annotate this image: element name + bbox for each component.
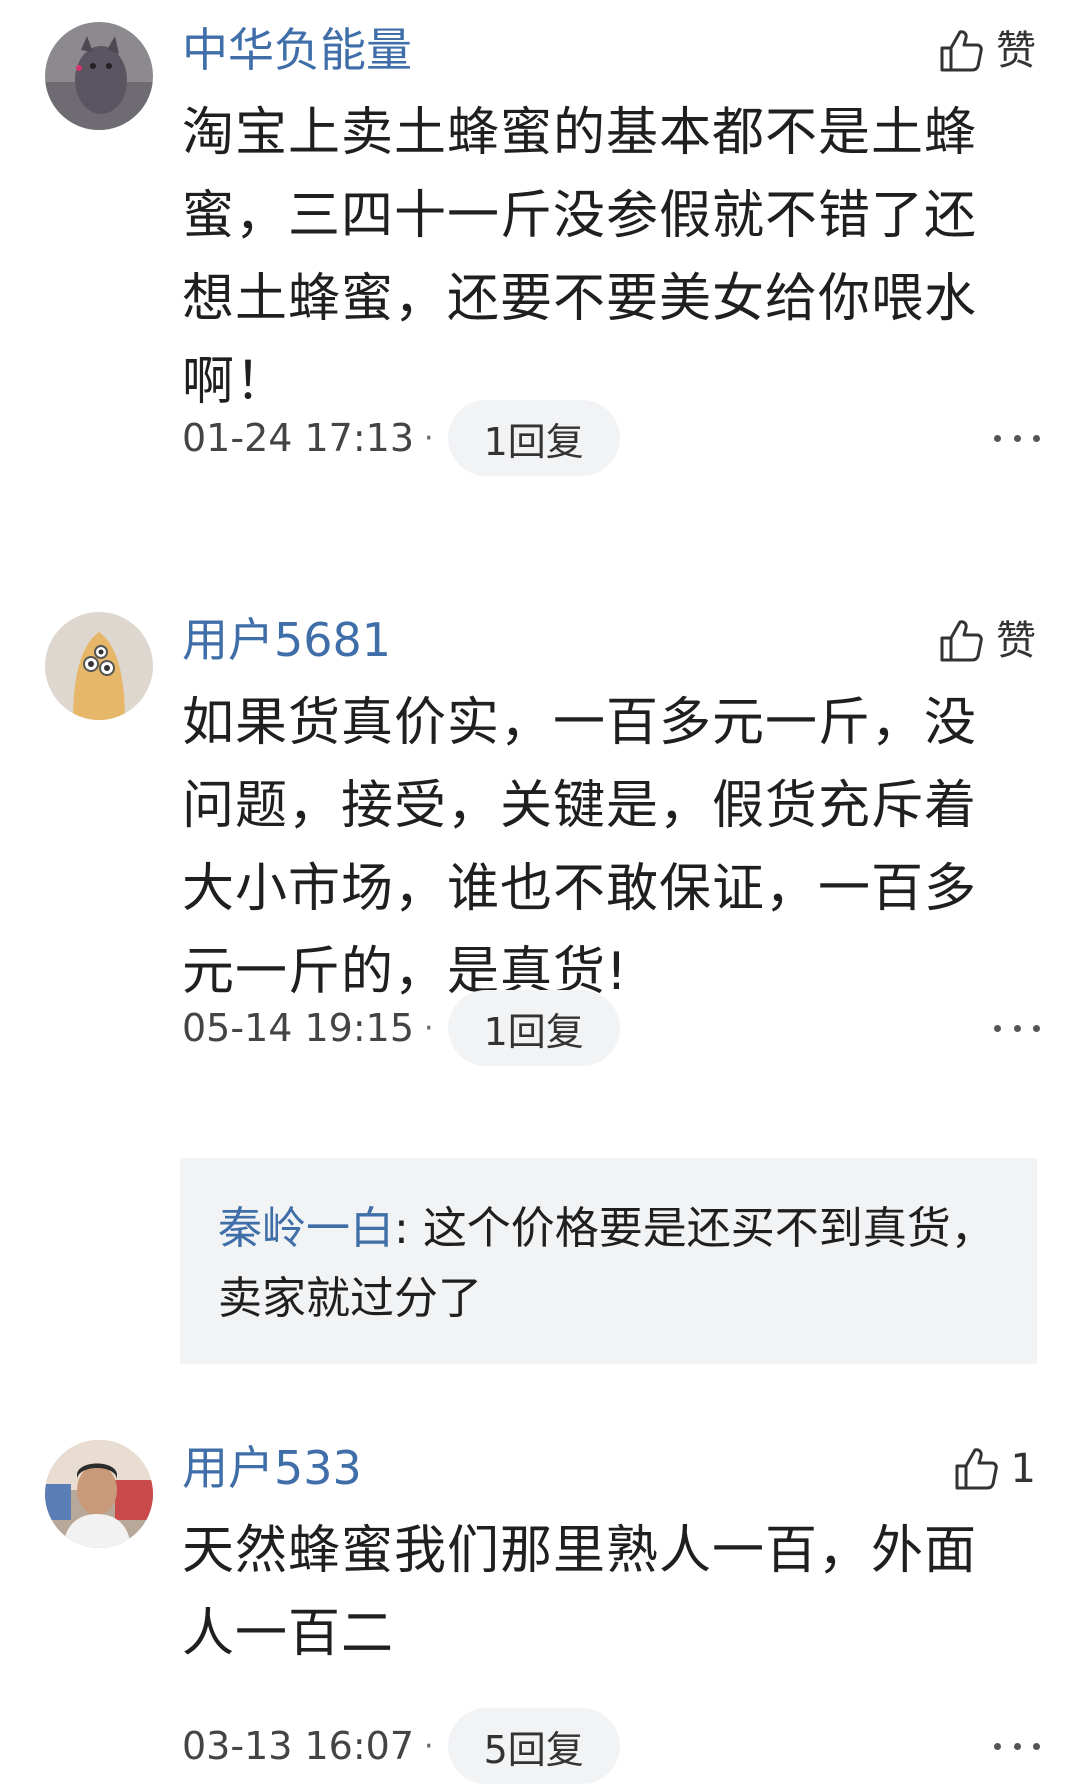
timestamp: 01-24 17:13 xyxy=(182,416,415,460)
comment-item: 用户5681 赞 如果货真价实，一百多元一斤，没问题，接受，关键是，假货充斥着大… xyxy=(0,612,1080,1372)
reply-preview[interactable]: 秦岭一白: 这个价格要是还买不到真货，卖家就过分了 xyxy=(180,1158,1037,1364)
thumbs-up-icon xyxy=(955,1448,998,1490)
comment-item: 用户533 1 天然蜂蜜我们那里熟人一百，外面人一百二 03-13 16:07 … xyxy=(0,1440,1080,1787)
reply-count-button[interactable]: 1回复 xyxy=(447,990,620,1066)
like-count: 1 xyxy=(1010,1446,1036,1492)
comment-item: 中华负能量 赞 淘宝上卖土蜂蜜的基本都不是土蜂蜜，三四十一斤没参假就不错了还想土… xyxy=(0,22,1080,482)
like-label: 赞 xyxy=(996,618,1036,664)
timestamp: 03-13 16:07 xyxy=(182,1724,415,1768)
more-dots-icon[interactable] xyxy=(994,990,1040,1066)
reply-author[interactable]: 秦岭一白 xyxy=(218,1203,394,1254)
comment-meta: 05-14 19:15 · 1回复 xyxy=(182,990,620,1066)
comment-text: 如果货真价实，一百多元一斤，没问题，接受，关键是，假货充斥着大小市场，谁也不敢保… xyxy=(182,693,978,1002)
comment-text: 淘宝上卖土蜂蜜的基本都不是土蜂蜜，三四十一斤没参假就不错了还想土蜂蜜，还要不要美… xyxy=(182,103,978,412)
avatar[interactable] xyxy=(45,22,153,130)
avatar[interactable] xyxy=(45,612,153,720)
more-dots-icon[interactable] xyxy=(994,400,1040,476)
like-label: 赞 xyxy=(996,28,1036,74)
username[interactable]: 用户5681 xyxy=(182,612,391,668)
username[interactable]: 用户533 xyxy=(182,1440,362,1496)
like-button[interactable]: 1 xyxy=(951,1442,1036,1496)
separator: · xyxy=(424,1728,434,1764)
reply-count-button[interactable]: 1回复 xyxy=(447,400,620,476)
comment-text: 天然蜂蜜我们那里熟人一百，外面人一百二 xyxy=(182,1521,978,1664)
like-button[interactable]: 赞 xyxy=(936,24,1036,78)
separator: · xyxy=(424,420,434,456)
separator: · xyxy=(424,1010,434,1046)
username[interactable]: 中华负能量 xyxy=(182,22,412,78)
avatar[interactable] xyxy=(45,1440,153,1548)
reply-colon: : xyxy=(394,1203,423,1254)
like-button[interactable]: 赞 xyxy=(936,614,1036,668)
reply-count-button[interactable]: 5回复 xyxy=(447,1708,620,1784)
comment-meta: 01-24 17:13 · 1回复 xyxy=(182,400,620,476)
more-dots-icon[interactable] xyxy=(994,1708,1040,1784)
thumbs-up-icon xyxy=(940,30,983,72)
thumbs-up-icon xyxy=(940,620,983,662)
comment-meta: 03-13 16:07 · 5回复 xyxy=(182,1708,620,1784)
timestamp: 05-14 19:15 xyxy=(182,1006,415,1050)
